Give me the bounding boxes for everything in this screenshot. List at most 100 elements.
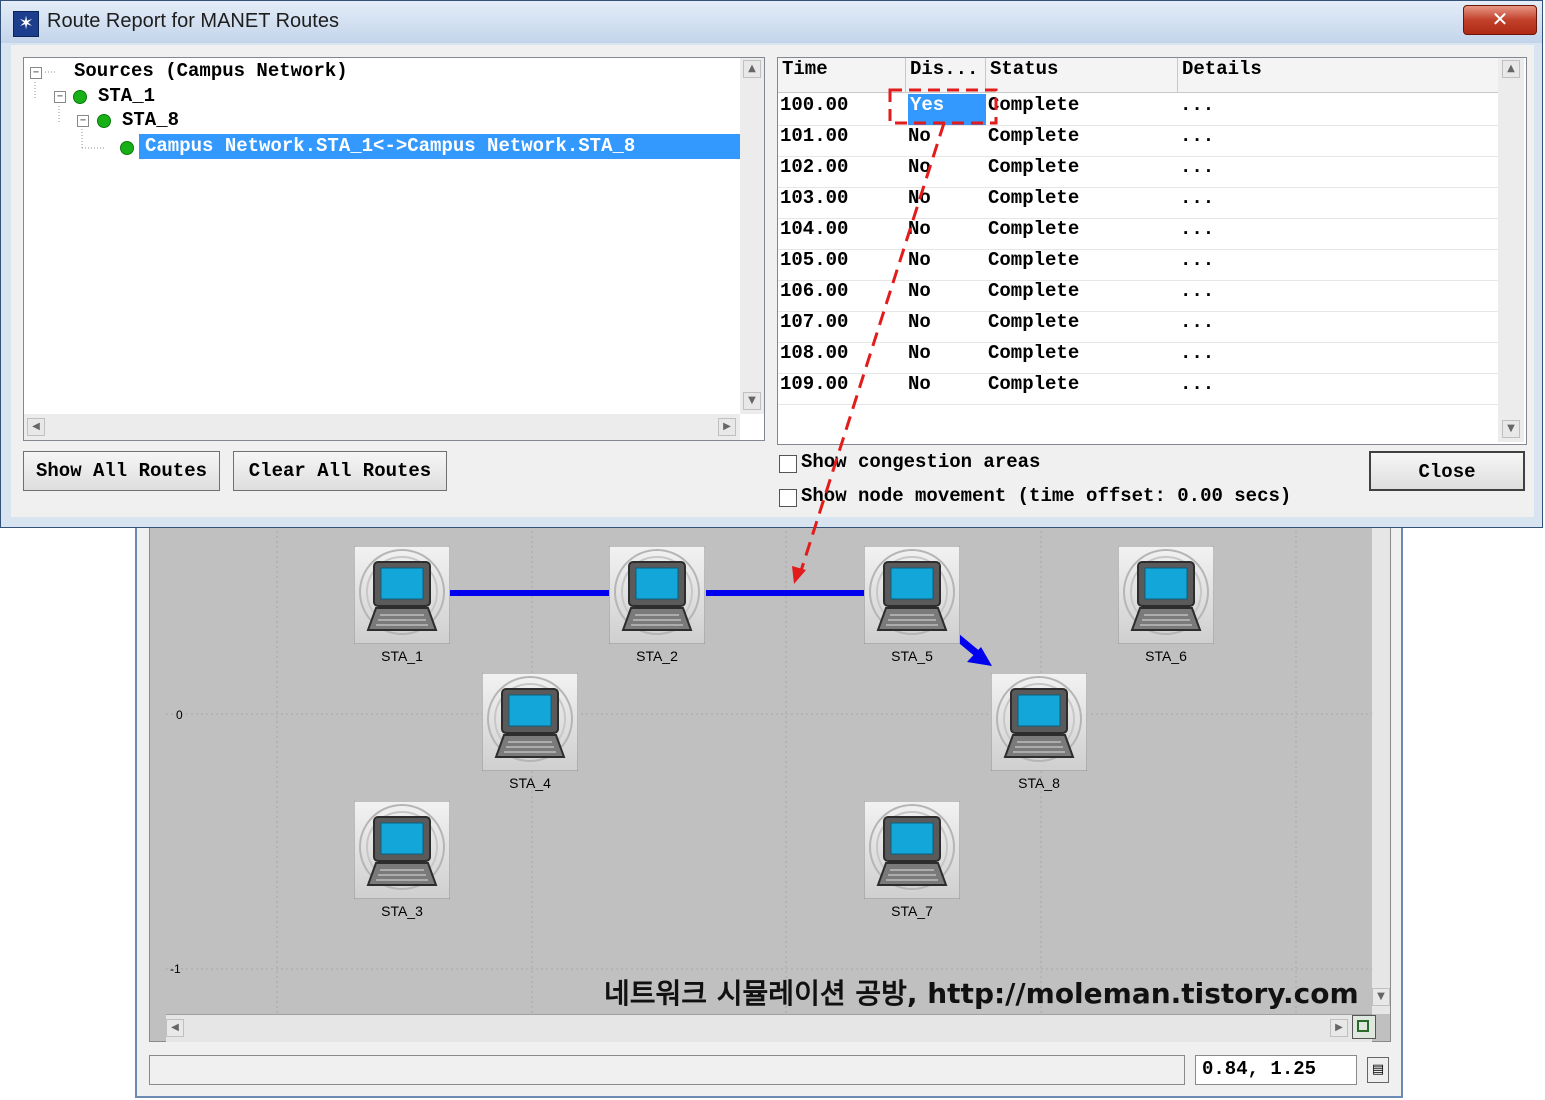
cell-details: ... [1180,125,1215,147]
cell-status: Complete [988,311,1080,333]
cell-details: ... [1180,187,1215,209]
map-canvas[interactable]: 0 -1 STA_1 STA_2 STA_5 STA_6 STA_4 STA_8 STA_3… [166,516,1372,1014]
cell-dis: No [908,187,931,209]
scroll-down-arrow-icon[interactable]: ▼ [1502,420,1520,438]
column-header-time[interactable]: Time [778,58,906,92]
column-header-details[interactable]: Details [1178,58,1498,92]
axis-label-zero: 0 [176,708,183,722]
status-bar: 0.84, 1.25 ▤ [149,1055,1389,1087]
node-status-dot-icon [73,90,87,104]
map-overview-icon[interactable] [1352,1015,1376,1039]
node-sta6[interactable] [1117,545,1215,645]
table-row[interactable]: 100.00 Yes Complete... [778,94,1498,126]
scroll-right-arrow-icon[interactable]: ▶ [718,418,736,436]
node-sta5[interactable] [863,545,961,645]
cell-time: 104.00 [780,218,849,240]
cell-time: 103.00 [780,187,849,209]
node-sta3[interactable] [353,800,451,900]
node-sta1[interactable] [353,545,451,645]
clear-all-routes-button[interactable]: Clear All Routes [233,451,447,491]
show-congestion-checkbox[interactable] [779,455,797,473]
tree-item-sta8[interactable]: STA_8 [122,109,179,131]
cell-status: Complete [988,218,1080,240]
title-bar: ✶ Route Report for MANET Routes ✕ [1,1,1542,43]
table-row[interactable]: 105.00 No Complete... [778,249,1498,281]
scroll-up-arrow-icon[interactable]: ▲ [1502,60,1520,78]
status-log-icon[interactable]: ▤ [1367,1057,1389,1083]
cell-time: 109.00 [780,373,849,395]
show-congestion-label: Show congestion areas [801,451,1041,473]
tree-item-selected-route[interactable]: Campus Network.STA_1<->Campus Network.ST… [139,134,740,159]
close-button[interactable]: Close [1369,451,1525,491]
show-all-routes-button[interactable]: Show All Routes [23,451,220,491]
route-dot-icon [120,141,134,155]
node-sta7[interactable] [863,800,961,900]
table-row[interactable]: 107.00 No Complete... [778,311,1498,343]
app-icon: ✶ [13,11,39,37]
node-sta8[interactable] [990,672,1088,772]
table-row[interactable]: 104.00 No Complete... [778,218,1498,250]
table-row[interactable]: 106.00 No Complete... [778,280,1498,312]
cell-dis: Yes [908,94,986,125]
show-node-movement-checkbox[interactable] [779,489,797,507]
scroll-left-arrow-icon[interactable]: ◀ [166,1019,184,1037]
node-label: STA_8 [1018,775,1060,791]
route-source-tree[interactable]: − Sources (Campus Network) − STA_1 − STA… [23,57,765,441]
collapse-sta8-icon[interactable]: − [77,115,89,127]
map-vertical-scrollbar[interactable]: ▼ [1372,516,1390,1014]
node-sta4[interactable] [481,672,579,772]
column-header-dis[interactable]: Dis... [906,58,986,92]
cell-status: Complete [988,187,1080,209]
scroll-down-arrow-icon[interactable]: ▼ [1372,988,1390,1006]
show-node-movement-label: Show node movement (time offset: 0.00 se… [801,485,1292,507]
table-vertical-scrollbar[interactable]: ▲ ▼ [1498,58,1524,442]
tree-vertical-scrollbar[interactable]: ▲ ▼ [740,58,764,414]
column-header-status[interactable]: Status [986,58,1178,92]
cell-time: 108.00 [780,342,849,364]
cell-details: ... [1180,280,1215,302]
cell-status: Complete [988,156,1080,178]
scroll-up-arrow-icon[interactable]: ▲ [743,60,761,78]
cell-time: 101.00 [780,125,849,147]
table-row[interactable]: 102.00 No Complete... [778,156,1498,188]
cell-time: 107.00 [780,311,849,333]
scroll-down-arrow-icon[interactable]: ▼ [743,392,761,410]
window-title: Route Report for MANET Routes [47,10,339,32]
laptop-icon [353,545,451,645]
tree-horizontal-scrollbar[interactable]: ◀ ▶ [24,414,740,440]
collapse-sta1-icon[interactable]: − [54,91,66,103]
node-label: STA_1 [381,648,423,664]
cell-dis: No [908,342,931,364]
map-horizontal-scrollbar[interactable]: ◀ ▶ [166,1014,1376,1042]
cell-dis: No [908,311,931,333]
cell-status: Complete [988,125,1080,147]
status-message-field [149,1055,1185,1085]
cell-time: 102.00 [780,156,849,178]
cell-dis: No [908,218,931,240]
map-viewport: 0 -1 STA_1 STA_2 STA_5 STA_6 STA_4 STA_8 STA_3… [149,515,1391,1042]
route-report-dialog: ✶ Route Report for MANET Routes ✕ − Sour… [0,0,1543,528]
cell-dis: No [908,125,931,147]
cell-details: ... [1180,249,1215,271]
table-row[interactable]: 103.00 No Complete... [778,187,1498,219]
cell-details: ... [1180,94,1215,116]
table-row[interactable]: 101.00 No Complete... [778,125,1498,157]
cell-dis: No [908,280,931,302]
tree-root-label[interactable]: Sources (Campus Network) [74,60,348,82]
scroll-right-arrow-icon[interactable]: ▶ [1330,1019,1348,1037]
watermark-text: 네트워크 시뮬레이션 공방, http://moleman.tistory.co… [604,977,1359,1010]
window-close-button[interactable]: ✕ [1463,5,1537,35]
laptop-icon [863,800,961,900]
cell-details: ... [1180,218,1215,240]
table-row[interactable]: 109.00 No Complete... [778,373,1498,405]
collapse-sources-icon[interactable]: − [30,67,42,79]
cell-status: Complete [988,280,1080,302]
cell-details: ... [1180,373,1215,395]
scroll-left-arrow-icon[interactable]: ◀ [27,418,45,436]
table-row[interactable]: 108.00 No Complete... [778,342,1498,374]
cell-time: 105.00 [780,249,849,271]
tree-item-sta1[interactable]: STA_1 [98,85,155,107]
route-history-table[interactable]: Time Dis... Status Details 100.00 Yes Comp… [777,57,1527,445]
node-sta2[interactable] [608,545,706,645]
node-label: STA_7 [891,903,933,919]
